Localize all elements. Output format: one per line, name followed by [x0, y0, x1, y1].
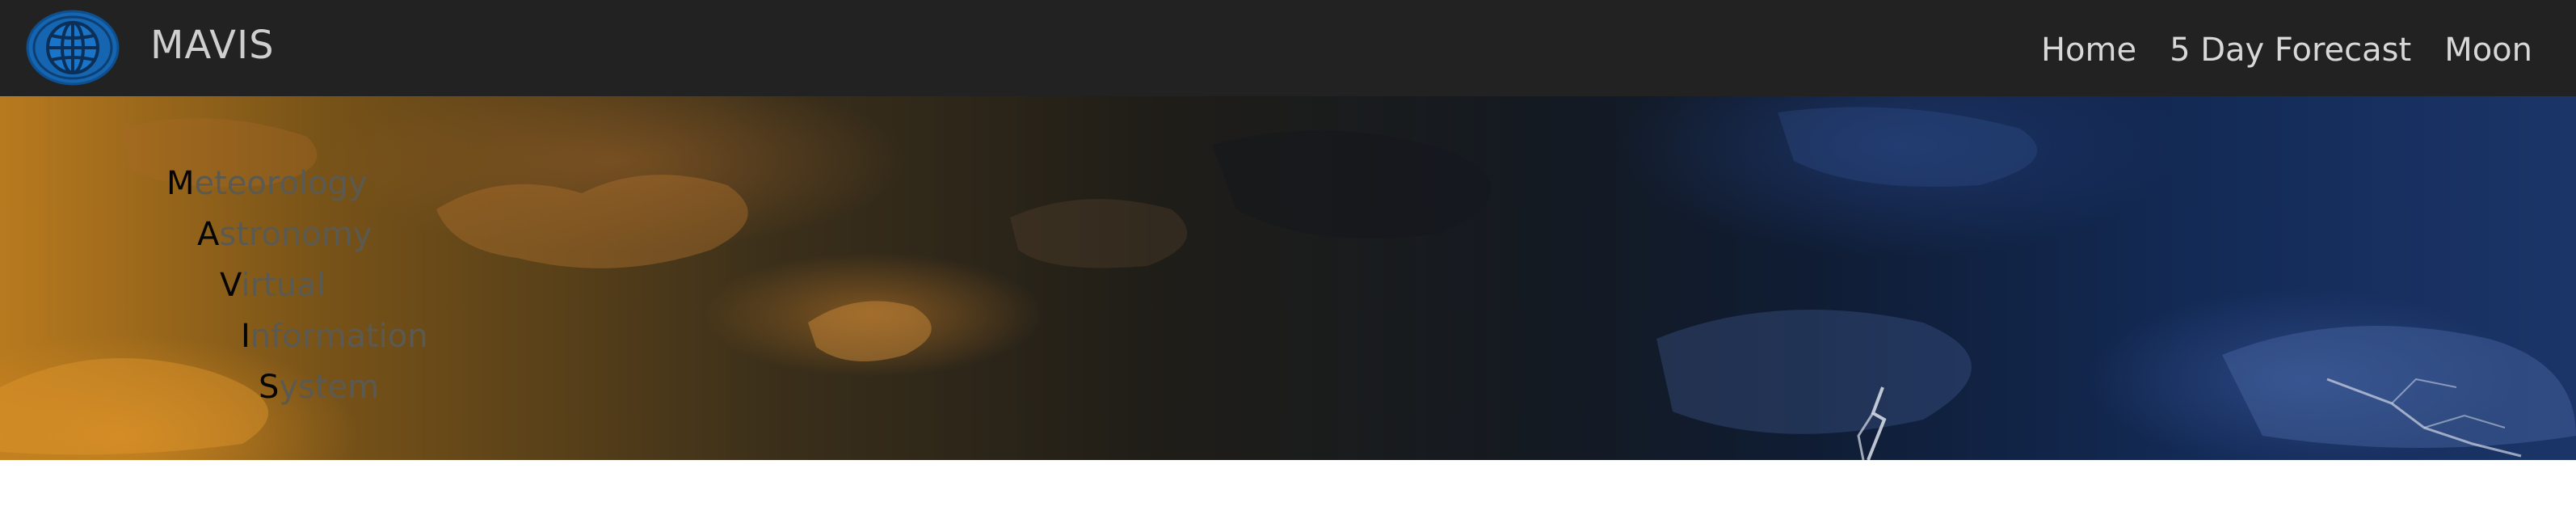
mavis-acronym: Meteorology Astronomy Virtual Informatio… [0, 96, 566, 460]
nav-menu: Home 5 Day Forecast Moon [2041, 26, 2532, 74]
top-navbar: MAVIS Home 5 Day Forecast Moon [0, 0, 2576, 96]
page-content [0, 460, 2576, 515]
acronym-line-information: Information [241, 318, 428, 355]
hero-banner: Meteorology Astronomy Virtual Informatio… [0, 96, 2576, 460]
brand-name[interactable]: MAVIS [150, 21, 275, 70]
nav-link-home[interactable]: Home [2041, 32, 2136, 69]
nav-link-moon[interactable]: Moon [2444, 32, 2532, 69]
acronym-line-astronomy: Astronomy [197, 216, 373, 253]
acronym-line-system: System [259, 369, 380, 406]
acronym-line-virtual: Virtual [220, 267, 326, 304]
acronym-line-meteorology: Meteorology [166, 165, 368, 202]
globe-icon[interactable] [26, 8, 120, 87]
nav-link-5-day-forecast[interactable]: 5 Day Forecast [2170, 32, 2411, 69]
